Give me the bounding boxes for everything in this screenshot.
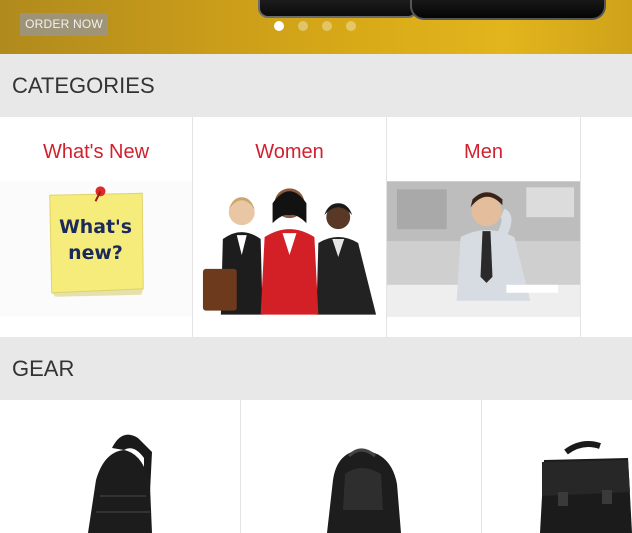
carousel-dot[interactable]	[298, 21, 308, 31]
note-text-line2: new?	[68, 242, 123, 264]
hero-product-image	[258, 0, 418, 18]
categories-heading: CATEGORIES	[0, 54, 632, 117]
whats-new-image: What's new?	[0, 181, 192, 317]
category-tile-men[interactable]: Men	[387, 117, 581, 337]
carousel-dot[interactable]	[274, 21, 284, 31]
categories-list: What's New What's new? Women Men	[0, 117, 632, 337]
hero-product-image-2	[410, 0, 606, 20]
gear-list	[0, 400, 632, 533]
category-label: Women	[255, 141, 324, 163]
category-label: What's New	[42, 141, 150, 163]
note-text-line1: What's	[59, 216, 132, 238]
gear-heading: GEAR	[0, 337, 632, 400]
carousel-dot[interactable]	[322, 21, 332, 31]
gear-tile-messenger-bag[interactable]	[482, 400, 632, 533]
order-now-button[interactable]: ORDER NOW	[20, 13, 108, 36]
carousel-dot[interactable]	[346, 21, 356, 31]
category-tile-women[interactable]: Women	[193, 117, 387, 337]
carousel-dots	[274, 21, 356, 31]
messenger-bag-image	[540, 441, 632, 533]
category-tile-partial[interactable]	[581, 117, 632, 337]
category-label: Men	[464, 141, 503, 163]
backpack-image	[327, 448, 401, 533]
sling-bag-image	[88, 434, 152, 533]
women-image	[193, 181, 386, 317]
men-image	[387, 181, 580, 317]
gear-tile-backpack[interactable]	[241, 400, 482, 533]
category-tile-whats-new[interactable]: What's New What's new?	[0, 117, 193, 337]
gear-tile-sling-bag[interactable]	[0, 400, 241, 533]
hero-banner[interactable]: ORDER NOW	[0, 0, 632, 54]
